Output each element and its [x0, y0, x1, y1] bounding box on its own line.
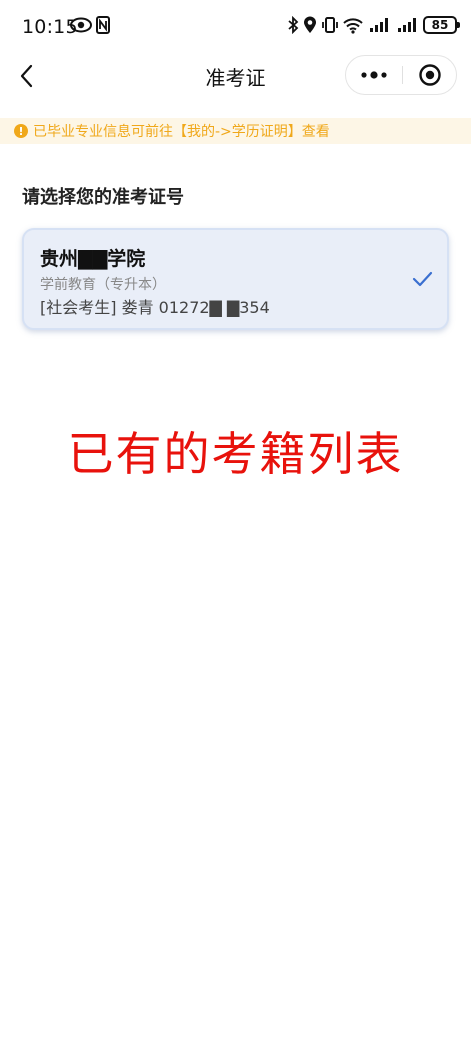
notice-text: 已毕业专业信息可前往【我的->学历证明】查看	[33, 124, 330, 140]
close-miniprogram-button[interactable]	[403, 56, 457, 94]
more-button[interactable]	[346, 56, 402, 94]
section-title: 请选择您的准考证号	[22, 187, 184, 208]
status-bar: 10:15 85	[0, 0, 471, 54]
status-left-icons	[70, 16, 110, 34]
battery-indicator: 85	[423, 16, 460, 34]
check-icon	[411, 268, 433, 290]
wifi-icon	[343, 16, 363, 34]
signal-icon	[395, 17, 419, 33]
nfc-icon	[96, 16, 110, 34]
eye-icon	[70, 17, 92, 33]
signal-icon	[367, 17, 391, 33]
candidate-info: [社会考生] 娄青 01272▇ ▇354	[40, 298, 270, 317]
major-label: 学前教育（专升本）	[40, 277, 166, 293]
miniprogram-capsule	[345, 55, 457, 95]
info-icon: !	[14, 124, 28, 138]
school-name: 贵州▇▇学院	[40, 248, 146, 270]
more-dots-icon	[361, 71, 387, 79]
notice-bar[interactable]: ! 已毕业专业信息可前往【我的->学历证明】查看	[0, 118, 471, 144]
annotation-text: 已有的考籍列表	[67, 427, 404, 481]
nav-bar: 准考证	[0, 54, 471, 100]
exam-ticket-card[interactable]: 贵州▇▇学院 学前教育（专升本） [社会考生] 娄青 01272▇ ▇354	[22, 228, 449, 330]
location-icon	[303, 16, 317, 34]
status-right-icons: 85	[287, 16, 460, 34]
bluetooth-icon	[287, 16, 299, 34]
vibrate-icon	[321, 16, 339, 34]
target-icon	[419, 64, 441, 86]
